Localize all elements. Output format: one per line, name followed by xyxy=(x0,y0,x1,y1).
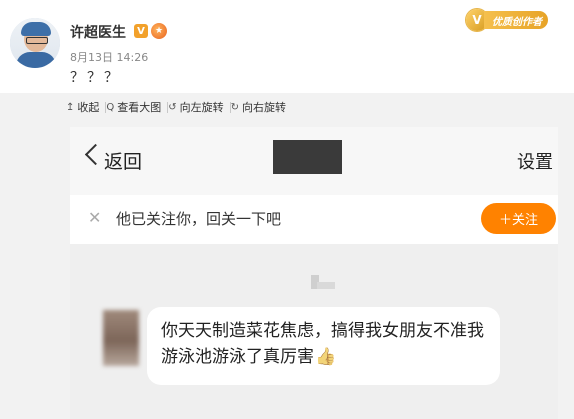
medal-icon: ★ xyxy=(151,23,167,39)
quality-creator-label: 优质创作者 xyxy=(484,11,548,29)
author-name[interactable]: 许超医生 xyxy=(70,22,126,42)
image-placeholder-icon xyxy=(311,275,335,289)
view-large-label: 查看大图 xyxy=(117,101,162,114)
rotate-right-button[interactable]: ↻ 向右旋转 xyxy=(231,99,286,115)
back-label: 返回 xyxy=(104,151,143,173)
image-viewer: ↥ 收起 Q 查看大图 ↺ 向左旋转 ↻ 向右旋转 返回 设置 ✕ 他已关注你，… xyxy=(0,93,574,419)
view-large-button[interactable]: Q 查看大图 xyxy=(106,99,161,115)
post-text: ？？？ xyxy=(70,70,121,86)
rotate-right-label: 向右旋转 xyxy=(242,101,287,114)
close-icon: ✕ xyxy=(88,208,102,227)
back-chevron-icon xyxy=(84,143,107,166)
collapse-button[interactable]: ↥ 收起 xyxy=(66,99,99,115)
follow-button: ＋关注 xyxy=(481,203,556,234)
chat-header: 返回 设置 xyxy=(70,127,558,195)
redacted-username-block xyxy=(273,140,342,174)
quality-creator-badge[interactable]: V 优质创作者 xyxy=(466,8,550,32)
sender-avatar-blurred xyxy=(103,310,139,366)
message-bubble: 你天天制造菜花焦虑，搞得我女朋友不准我游泳池游泳了真厉害👍 xyxy=(147,307,500,385)
magnifier-icon: Q xyxy=(106,101,115,113)
settings-label: 设置 xyxy=(517,152,553,173)
verified-icon: V xyxy=(134,24,148,38)
rotate-left-icon: ↺ xyxy=(168,101,177,113)
follow-back-bar: ✕ 他已关注你，回关一下吧 ＋关注 xyxy=(70,195,558,244)
post-timestamp[interactable]: 8月13日 14:26 xyxy=(70,49,148,65)
rotate-left-label: 向左旋转 xyxy=(179,101,224,114)
collapse-icon: ↥ xyxy=(66,101,75,113)
chat-screenshot-image[interactable]: 返回 设置 ✕ 他已关注你，回关一下吧 ＋关注 你天天制造菜花焦虑，搞得我女朋友… xyxy=(70,127,558,419)
image-toolbar: ↥ 收起 Q 查看大图 ↺ 向左旋转 ↻ 向右旋转 xyxy=(66,99,286,115)
collapse-label: 收起 xyxy=(77,101,100,114)
thumbs-up-icon: 👍 xyxy=(315,347,337,367)
rotate-left-button[interactable]: ↺ 向左旋转 xyxy=(168,99,223,115)
rotate-right-icon: ↻ xyxy=(230,101,240,113)
follow-prompt-text: 他已关注你，回关一下吧 xyxy=(116,210,282,228)
author-avatar[interactable] xyxy=(10,18,60,68)
